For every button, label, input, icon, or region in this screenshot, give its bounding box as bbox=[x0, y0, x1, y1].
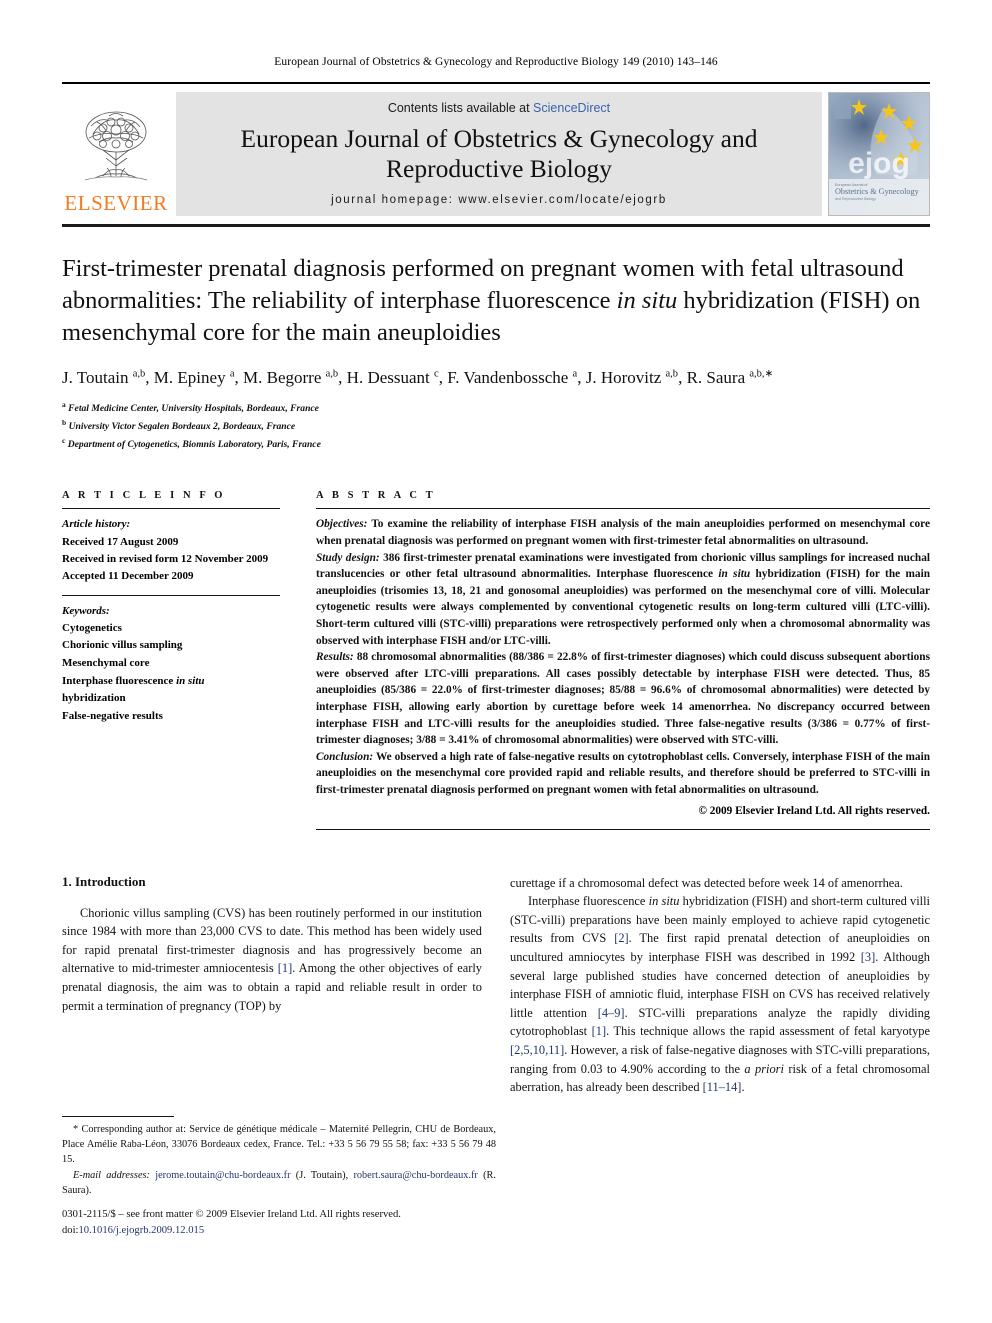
issn-footer: 0301-2115/$ – see front matter © 2009 El… bbox=[62, 1207, 562, 1239]
abstract-results-label: Results: bbox=[316, 651, 354, 664]
citation-ref[interactable]: [2] bbox=[614, 931, 628, 945]
abstract-objectives-text: To examine the reliability of interphase… bbox=[316, 518, 930, 548]
keyword-item: hybridization bbox=[62, 692, 126, 705]
email-link-2[interactable]: robert.saura@chu-bordeaux.fr bbox=[353, 1170, 477, 1181]
sciencedirect-link[interactable]: ScienceDirect bbox=[533, 101, 610, 115]
body-column-right: curettage if a chromosomal defect was de… bbox=[510, 874, 930, 1097]
affiliation-text: Fetal Medicine Center, University Hospit… bbox=[68, 403, 319, 415]
abstract-results: Results: 88 chromosomal abnormalities (8… bbox=[316, 649, 930, 749]
corresponding-marker: * bbox=[73, 1124, 79, 1135]
elsevier-tree-icon bbox=[84, 111, 148, 181]
intro-paragraph-left: Chorionic villus sampling (CVS) has been… bbox=[62, 905, 482, 1013]
intro-paragraph-right-cont: curettage if a chromosomal defect was de… bbox=[510, 875, 903, 890]
email-note: E-mail addresses: jerome.toutain@chu-bor… bbox=[62, 1168, 496, 1198]
cover-artwork: ejog European Journal of Obstetrics & Gy… bbox=[829, 93, 929, 216]
intro-paragraph-right-2: Interphase fluorescence in situ hybridiz… bbox=[510, 894, 931, 1095]
title-block: First-trimester prenatal diagnosis perfo… bbox=[62, 253, 930, 452]
abstract-column: A B S T R A C T Objectives: To examine t… bbox=[316, 490, 930, 830]
author-list: J. Toutain a,b, M. Epiney a, M. Begorre … bbox=[62, 367, 774, 387]
info-abstract-section: A R T I C L E I N F O Article history: R… bbox=[62, 490, 930, 830]
cover-wordmark: ejog bbox=[848, 147, 910, 180]
footnotes-block: * Corresponding author at: Service de gé… bbox=[62, 1116, 496, 1198]
affiliation-list: a Fetal Medicine Center, University Hosp… bbox=[62, 399, 930, 452]
abstract-study-design: Study design: 386 first-trimester prenat… bbox=[316, 551, 930, 647]
email-owner-1: (J. Toutain), bbox=[290, 1169, 349, 1181]
running-head: European Journal of Obstetrics & Gynecol… bbox=[274, 56, 718, 68]
contents-list-line: Contents lists available at ScienceDirec… bbox=[186, 101, 812, 115]
doi-prefix: doi: bbox=[62, 1224, 79, 1236]
journal-title: European Journal of Obstetrics & Gynecol… bbox=[186, 124, 812, 184]
abstract-heading: A B S T R A C T bbox=[316, 490, 436, 502]
email-label: E-mail addresses: bbox=[73, 1169, 150, 1181]
citation-ref[interactable]: [2,5,10,11] bbox=[510, 1043, 564, 1057]
journal-cover-thumbnail: ejog European Journal of Obstetrics & Gy… bbox=[828, 92, 930, 217]
history-accepted: Accepted 11 December 2009 bbox=[62, 569, 194, 582]
citation-ref[interactable]: [4–9] bbox=[598, 1006, 625, 1020]
page-title: First-trimester prenatal diagnosis perfo… bbox=[62, 255, 921, 346]
abstract-objectives: Objectives: To examine the reliability o… bbox=[316, 516, 930, 549]
citation-ref[interactable]: [3] bbox=[861, 950, 875, 964]
divider bbox=[316, 828, 930, 830]
keywords-label: Keywords: bbox=[62, 604, 110, 617]
abstract-conclusion-text: We observed a high rate of false-negativ… bbox=[316, 750, 930, 796]
keyword-item: False-negative results bbox=[62, 709, 163, 722]
masthead-bottom-rule bbox=[62, 224, 930, 228]
abstract-study-design-label: Study design: bbox=[316, 551, 380, 564]
citation-ref[interactable]: [11–14] bbox=[703, 1080, 742, 1094]
affiliation-text: University Victor Segalen Bordeaux 2, Bo… bbox=[68, 421, 296, 433]
article-info-heading: A R T I C L E I N F O bbox=[62, 490, 226, 502]
footnote-rule bbox=[62, 1116, 174, 1117]
corresponding-text: Corresponding author at: Service de géné… bbox=[62, 1124, 496, 1166]
issn-line: 0301-2115/$ – see front matter © 2009 El… bbox=[62, 1209, 401, 1220]
citation-ref[interactable]: [1] bbox=[278, 961, 292, 975]
journal-masthead: ELSEVIER Contents lists available at Sci… bbox=[62, 82, 930, 217]
affiliation-text: Department of Cytogenetics, Biomnis Labo… bbox=[67, 438, 321, 450]
article-history-label: Article history: bbox=[62, 518, 131, 531]
keyword-item: Cytogenetics bbox=[62, 621, 122, 634]
cover-subtitle-2: and Reproductive Biology bbox=[835, 197, 876, 201]
journal-band: Contents lists available at ScienceDirec… bbox=[176, 92, 822, 217]
affiliation-mark: a bbox=[62, 400, 66, 410]
abstract-conclusion: Conclusion: We observed a high rate of f… bbox=[316, 749, 930, 799]
abstract-objectives-label: Objectives: bbox=[316, 518, 368, 531]
body-columns: 1. Introduction Chorionic villus samplin… bbox=[62, 874, 930, 1097]
elsevier-wordmark: ELSEVIER bbox=[64, 191, 168, 216]
abstract-conclusion-label: Conclusion: bbox=[316, 750, 374, 763]
elsevier-logo: ELSEVIER bbox=[62, 92, 170, 216]
cover-subtitle-1: Obstetrics & Gynecology bbox=[835, 187, 920, 196]
body-column-left: 1. Introduction Chorionic villus samplin… bbox=[62, 874, 482, 1097]
doi-link[interactable]: 10.1016/j.ejogrb.2009.12.015 bbox=[78, 1225, 204, 1236]
keyword-item: Mesenchymal core bbox=[62, 656, 150, 669]
contents-prefix: Contents lists available at bbox=[387, 101, 534, 115]
citation-ref[interactable]: [1] bbox=[592, 1024, 606, 1038]
article-info-column: A R T I C L E I N F O Article history: R… bbox=[62, 490, 316, 829]
abstract-copyright: © 2009 Elsevier Ireland Ltd. All rights … bbox=[698, 804, 930, 817]
divider bbox=[316, 508, 930, 510]
doi-line: doi:10.1016/j.ejogrb.2009.12.015 bbox=[62, 1223, 562, 1239]
affiliation-item: b University Victor Segalen Bordeaux 2, … bbox=[62, 417, 930, 435]
email-link-1[interactable]: jerome.toutain@chu-bordeaux.fr bbox=[155, 1170, 290, 1181]
paper-page: European Journal of Obstetrics & Gynecol… bbox=[0, 0, 992, 1323]
corresponding-author-note: * Corresponding author at: Service de gé… bbox=[62, 1122, 496, 1168]
section-heading-introduction: 1. Introduction bbox=[62, 873, 146, 889]
affiliation-item: c Department of Cytogenetics, Biomnis La… bbox=[62, 435, 930, 453]
divider bbox=[62, 594, 280, 596]
affiliation-mark: b bbox=[62, 417, 67, 427]
divider bbox=[62, 508, 280, 510]
affiliation-mark: c bbox=[62, 435, 66, 445]
keyword-item: Interphase fluorescence in situ bbox=[62, 674, 205, 687]
affiliation-item: a Fetal Medicine Center, University Hosp… bbox=[62, 399, 930, 417]
journal-homepage[interactable]: journal homepage: www.elsevier.com/locat… bbox=[186, 194, 812, 206]
keyword-item: Chorionic villus sampling bbox=[62, 639, 183, 652]
journal-title-line-1: European Journal of Obstetrics & Gynecol… bbox=[240, 124, 758, 153]
abstract-results-text: 88 chromosomal abnormalities (88/386 = 2… bbox=[316, 651, 930, 747]
history-received: Received 17 August 2009 bbox=[62, 535, 179, 548]
journal-title-line-2: Reproductive Biology bbox=[386, 154, 612, 184]
history-revised: Received in revised form 12 November 200… bbox=[62, 552, 269, 565]
